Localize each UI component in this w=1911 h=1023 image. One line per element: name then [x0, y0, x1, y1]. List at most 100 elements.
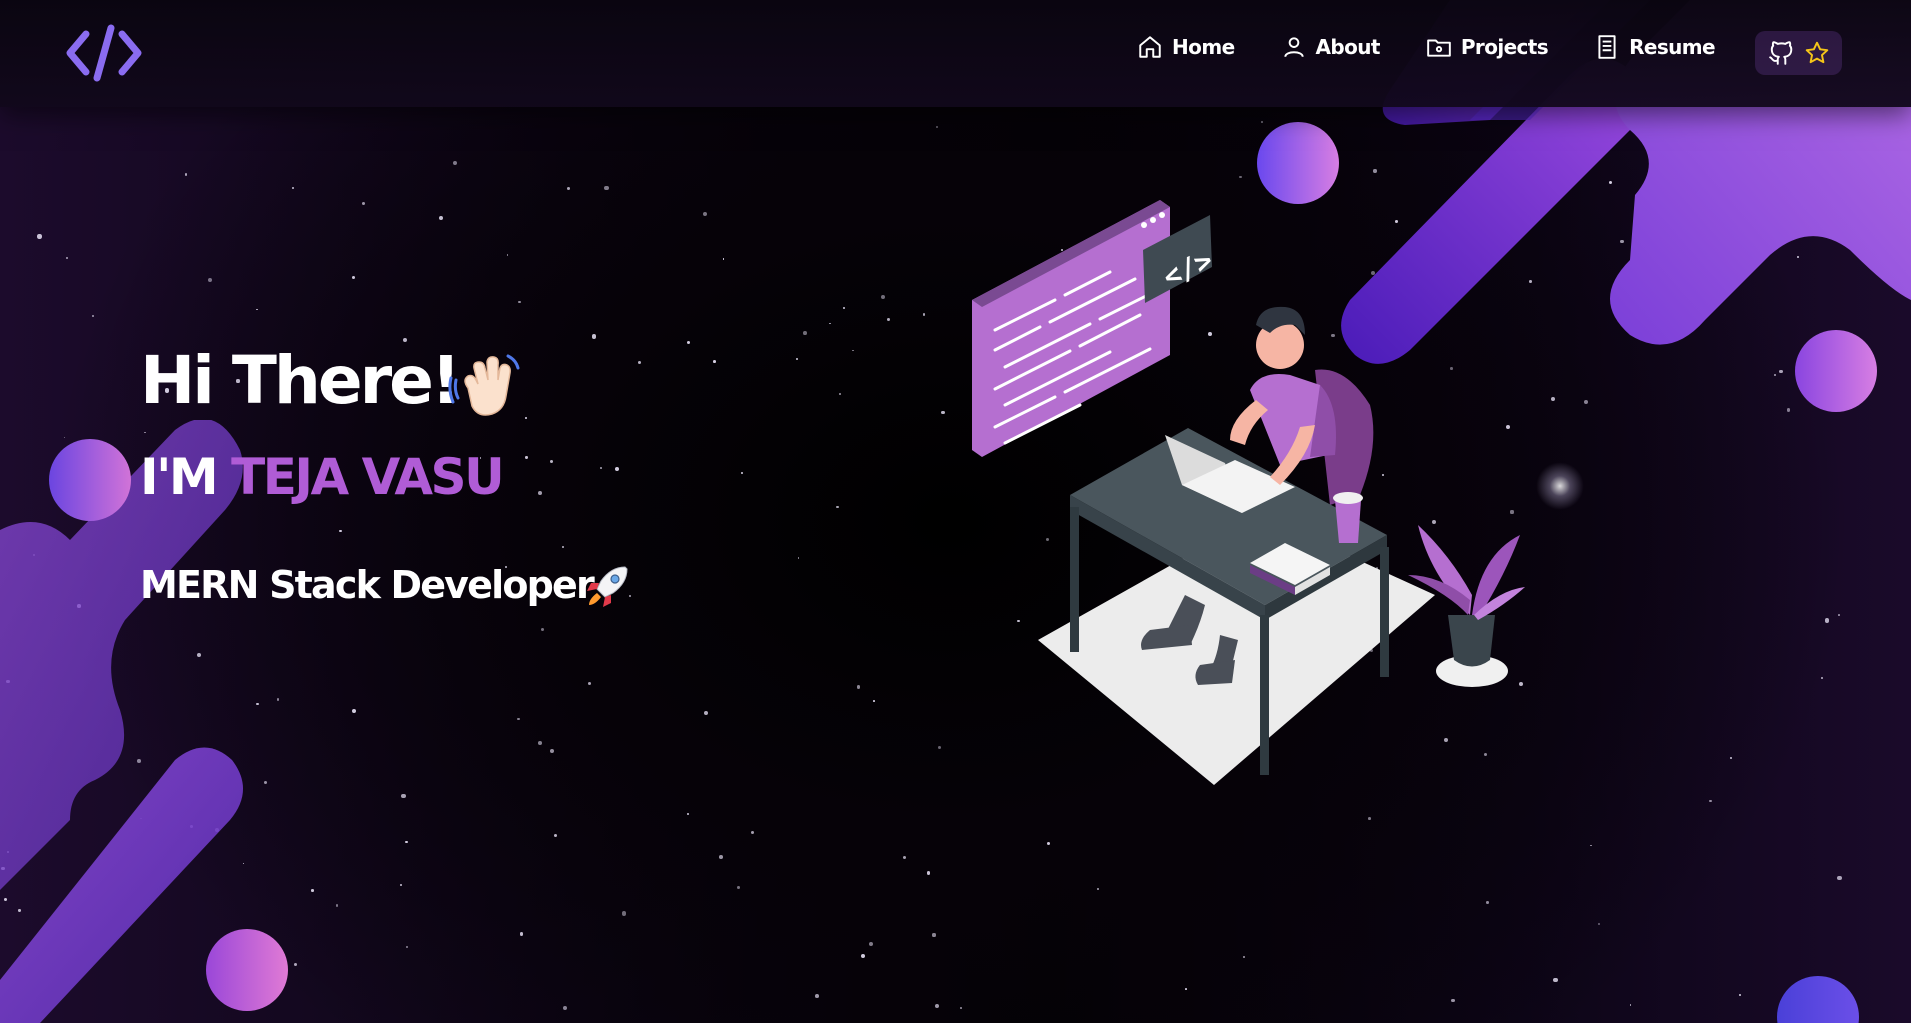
star-dot: [852, 349, 855, 352]
star-dot: [185, 173, 188, 176]
star-dot: [1709, 799, 1712, 803]
nav-menu: Home About Projects Resume: [1091, 34, 1716, 60]
star-dot: [686, 812, 690, 816]
star-dot: [292, 187, 295, 190]
document-icon: [1598, 35, 1616, 59]
star-dot: [401, 793, 406, 799]
star-dot: [722, 258, 725, 260]
star-dot: [537, 491, 542, 496]
star-dot: [402, 337, 407, 342]
portfolio-page: Home About Projects Resume Hi There! I'M…: [0, 0, 1911, 1023]
star-dot: [405, 840, 409, 844]
nav-item-projects[interactable]: Projects: [1426, 34, 1549, 60]
nav-item-about[interactable]: About: [1281, 34, 1380, 60]
star-dot: [92, 315, 95, 318]
star-icon: [1805, 41, 1828, 64]
developer-name: TEJA VASU: [231, 448, 505, 506]
star-dot: [554, 834, 558, 838]
im-prefix: I'M: [140, 448, 219, 506]
top-orb: [1257, 122, 1339, 204]
star-dot: [797, 557, 800, 559]
user-icon: [1283, 37, 1304, 58]
star-dot: [836, 505, 839, 509]
star-dot: [1583, 400, 1588, 405]
star-dot: [506, 253, 509, 256]
nav-item-resume[interactable]: Resume: [1594, 34, 1716, 60]
star-dot: [518, 300, 522, 304]
star-dot: [1242, 955, 1246, 958]
star-dot: [1590, 844, 1593, 847]
code-brackets-icon[interactable]: [66, 24, 142, 82]
folder-icon: [1427, 39, 1451, 57]
star-dot: [517, 717, 520, 721]
nav-item-home[interactable]: Home: [1137, 34, 1235, 60]
star-dot: [718, 855, 723, 859]
star-dot: [452, 161, 457, 166]
star-dot: [621, 911, 627, 916]
nav-label-resume: Resume: [1629, 35, 1716, 59]
star-dot: [713, 359, 717, 363]
star-dot: [1729, 756, 1733, 759]
star-dot: [1485, 900, 1489, 904]
star-dot: [922, 313, 926, 317]
star-dot: [703, 211, 708, 216]
star-dot: [519, 932, 524, 936]
star-dot: [926, 871, 931, 875]
star-dot: [1837, 614, 1840, 616]
star-dot: [256, 308, 258, 311]
star-dot: [637, 360, 641, 365]
star-dot: [338, 529, 342, 533]
star-dot: [1821, 677, 1824, 680]
hero-greeting: Hi There!: [140, 342, 461, 419]
top-navbar: Home About Projects Resume: [0, 0, 1911, 107]
star-dot: [399, 883, 403, 887]
star-dot: [1738, 994, 1741, 997]
star-dot: [887, 317, 891, 322]
star-dot: [604, 185, 609, 191]
star-dot: [686, 340, 691, 345]
star-dot: [1096, 887, 1099, 891]
star-dot: [550, 459, 554, 464]
star-dot: [591, 334, 596, 339]
left-orb: [49, 439, 131, 521]
star-dot: [525, 417, 528, 420]
star-dot: [541, 627, 545, 632]
star-dot: [1553, 977, 1558, 983]
star-dot: [615, 466, 620, 471]
star-dot: [335, 904, 339, 908]
star-dot: [960, 1007, 962, 1009]
star-dot: [1368, 817, 1372, 820]
star-dot: [351, 708, 357, 714]
star-dot: [1239, 175, 1242, 178]
right-orb: [1795, 330, 1877, 412]
star-dot: [1185, 987, 1188, 990]
nav-label-about: About: [1315, 35, 1381, 59]
star-dot: [1551, 396, 1555, 401]
star-dot: [740, 472, 743, 475]
star-dot: [538, 741, 542, 745]
github-star-button[interactable]: [1755, 31, 1842, 75]
star-dot: [525, 456, 528, 459]
waving-hand-icon: [448, 354, 520, 416]
star-dot: [1825, 618, 1830, 623]
star-dot: [873, 700, 875, 702]
star-dot: [1451, 999, 1455, 1003]
hero-role: MERN Stack Developer: [140, 563, 595, 607]
nav-label-home: Home: [1172, 35, 1235, 59]
bottom-right-orb: [1777, 976, 1859, 1023]
star-dot: [839, 392, 842, 395]
star-dot: [587, 681, 591, 686]
star-dot: [263, 780, 267, 784]
star-dot: [856, 685, 861, 689]
star-dot: [438, 216, 443, 221]
star-dot: [703, 710, 708, 716]
star-dot: [803, 330, 807, 335]
star-dot: [860, 954, 865, 959]
star-dot: [935, 1003, 940, 1008]
rocket-icon: [587, 566, 628, 607]
star-dot: [351, 275, 355, 280]
star-dot: [736, 885, 740, 889]
nav-label-projects: Projects: [1460, 35, 1549, 59]
star-dot: [405, 946, 408, 949]
star-dot: [842, 306, 846, 310]
